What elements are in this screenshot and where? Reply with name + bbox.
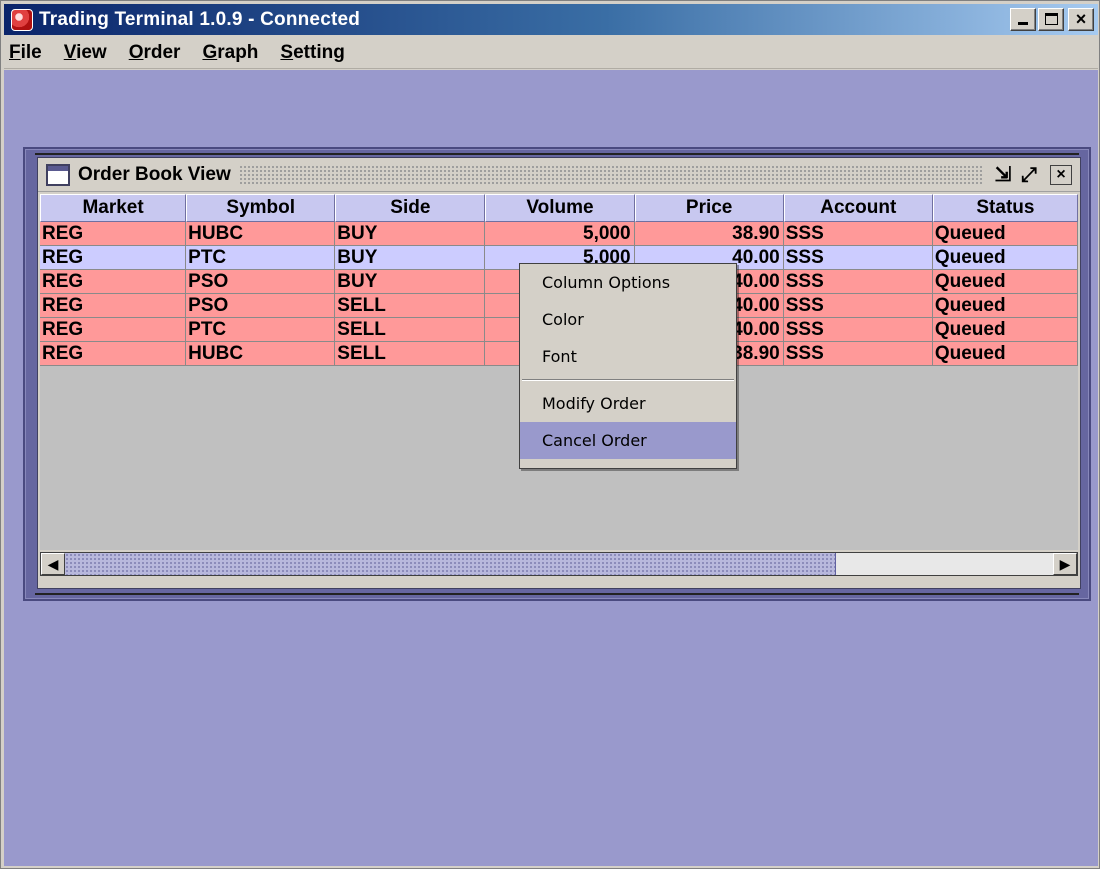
- cell-price: 38.90: [634, 222, 784, 246]
- column-header-status[interactable]: Status: [932, 194, 1078, 222]
- table-header: Market Symbol Side Volume Price Account Status: [40, 194, 1078, 222]
- window-icon: [46, 163, 70, 186]
- app-flower-icon: [11, 8, 33, 31]
- cell-market: REG: [40, 294, 187, 318]
- horizontal-scrollbar[interactable]: ◀ ▶: [40, 552, 1078, 576]
- column-header-symbol[interactable]: Symbol: [186, 194, 336, 222]
- title-grip[interactable]: [238, 164, 982, 185]
- frame-title: Order Book View: [78, 163, 231, 185]
- menu-setting[interactable]: Setting: [280, 42, 344, 64]
- iconify-icon[interactable]: ⇲: [990, 164, 1016, 186]
- column-header-price[interactable]: Price: [634, 194, 784, 222]
- window-controls: ×: [1010, 8, 1094, 31]
- context-menu-modify-order[interactable]: Modify Order: [520, 385, 736, 422]
- frame-rail: [35, 593, 1079, 595]
- context-menu-cancel-order[interactable]: Cancel Order: [520, 422, 736, 459]
- column-header-side[interactable]: Side: [335, 194, 486, 222]
- menu-separator: [522, 379, 734, 381]
- close-frame-icon[interactable]: ×: [1050, 164, 1072, 185]
- cell-status: Queued: [932, 222, 1078, 246]
- scroll-right-icon[interactable]: ▶: [1053, 553, 1077, 575]
- cell-market: REG: [40, 246, 187, 270]
- cell-symbol: HUBC: [186, 342, 336, 366]
- minimize-icon: [1018, 22, 1028, 25]
- cell-account: SSS: [783, 294, 933, 318]
- menu-bar: File View Order Graph Setting: [4, 37, 1098, 69]
- menu-order[interactable]: Order: [129, 42, 181, 64]
- cell-status: Queued: [932, 294, 1078, 318]
- context-menu-font[interactable]: Font: [520, 338, 736, 375]
- cell-status: Queued: [932, 318, 1078, 342]
- context-menu: Column Options Color Font Modify Order Cance…: [519, 263, 737, 469]
- cell-symbol: PTC: [186, 246, 336, 270]
- column-header-volume[interactable]: Volume: [485, 194, 635, 222]
- cell-market: REG: [40, 270, 187, 294]
- cell-status: Queued: [932, 342, 1078, 366]
- cell-symbol: HUBC: [186, 222, 336, 246]
- cell-status: Queued: [932, 270, 1078, 294]
- cell-market: REG: [40, 222, 187, 246]
- cell-side: SELL: [335, 342, 486, 366]
- maximize-icon: [1045, 13, 1058, 25]
- cell-side: SELL: [335, 294, 486, 318]
- cell-side: BUY: [335, 246, 486, 270]
- column-header-market[interactable]: Market: [40, 194, 187, 222]
- cell-account: SSS: [783, 342, 933, 366]
- cell-market: REG: [40, 342, 187, 366]
- scroll-left-icon[interactable]: ◀: [41, 553, 65, 575]
- cell-symbol: PTC: [186, 318, 336, 342]
- context-menu-color[interactable]: Color: [520, 301, 736, 338]
- app-window: Trading Terminal 1.0.9 - Connected × Fil…: [0, 0, 1100, 869]
- cell-volume: 5,000: [485, 222, 635, 246]
- close-icon: ×: [1075, 9, 1087, 29]
- cell-market: REG: [40, 318, 187, 342]
- cell-account: SSS: [783, 270, 933, 294]
- cell-side: BUY: [335, 270, 486, 294]
- cell-side: SELL: [335, 318, 486, 342]
- column-header-account[interactable]: Account: [783, 194, 933, 222]
- cell-side: BUY: [335, 222, 486, 246]
- cell-symbol: PSO: [186, 270, 336, 294]
- close-button[interactable]: ×: [1068, 8, 1094, 31]
- window-title: Trading Terminal 1.0.9 - Connected: [39, 8, 361, 30]
- menu-graph[interactable]: Graph: [202, 42, 258, 64]
- cell-account: SSS: [783, 246, 933, 270]
- menu-file[interactable]: File: [9, 42, 42, 64]
- frame-rail: [35, 153, 1079, 155]
- frame-title-bar[interactable]: Order Book View ⇲ ⤢ ×: [38, 158, 1080, 192]
- menu-view[interactable]: View: [64, 42, 107, 64]
- title-bar[interactable]: Trading Terminal 1.0.9 - Connected ×: [4, 4, 1098, 35]
- maximize-frame-icon[interactable]: ⤢: [1016, 164, 1042, 186]
- minimize-button[interactable]: [1010, 8, 1036, 31]
- cell-account: SSS: [783, 222, 933, 246]
- scroll-thumb[interactable]: [65, 553, 836, 575]
- table-row[interactable]: REG HUBC BUY 5,000 38.90 SSS Queued: [40, 222, 1078, 246]
- cell-status: Queued: [932, 246, 1078, 270]
- scroll-track[interactable]: [65, 553, 1053, 575]
- maximize-button[interactable]: [1038, 8, 1064, 31]
- cell-symbol: PSO: [186, 294, 336, 318]
- context-menu-column-options[interactable]: Column Options: [520, 264, 736, 301]
- cell-account: SSS: [783, 318, 933, 342]
